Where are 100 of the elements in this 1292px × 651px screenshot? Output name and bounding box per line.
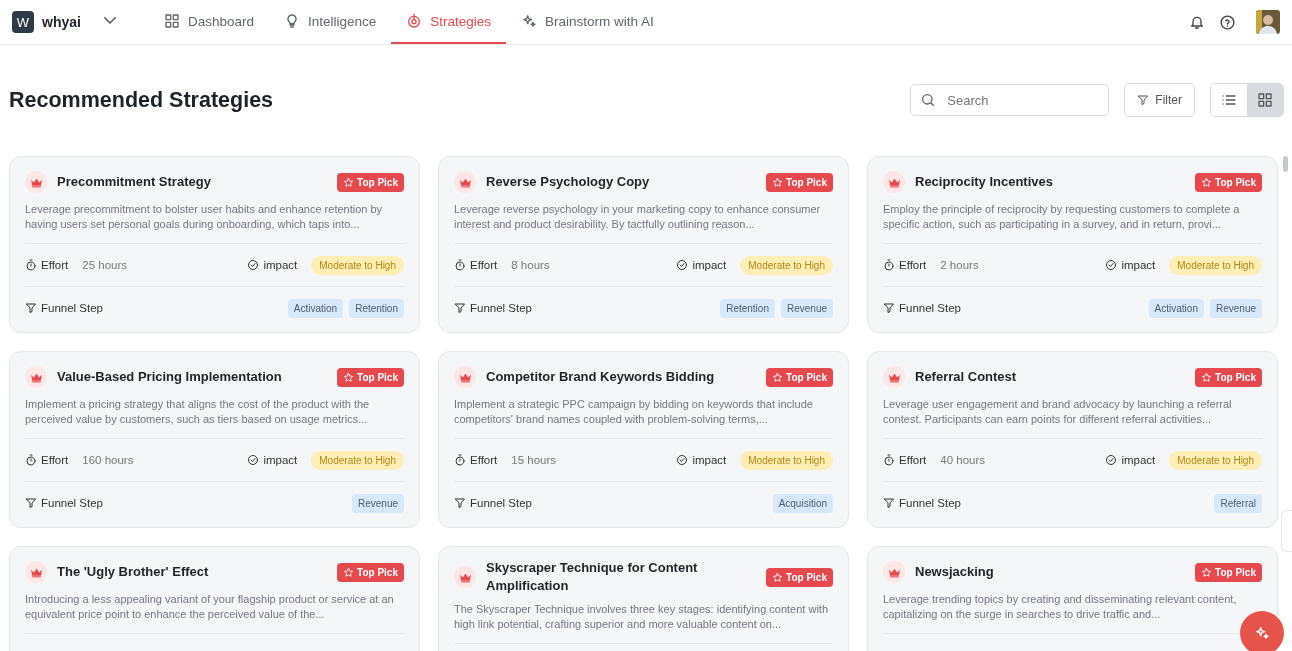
check-circle-icon — [676, 259, 689, 271]
funnel-label: Funnel Step — [41, 497, 103, 509]
funnel-tag: Revenue — [1209, 298, 1262, 318]
card-description: Leverage precommitment to bolster user habits and enhance retention by having users set personal goals during onboarding, which taps into... — [25, 202, 404, 244]
card-title: Competitor Brand Keywords Bidding — [486, 368, 716, 386]
impact-label: impact — [692, 454, 727, 466]
impact-pill: Moderate to High — [1169, 255, 1262, 275]
workspace-name: whyai — [42, 14, 81, 30]
funnel-icon — [883, 302, 895, 314]
ai-fab-button[interactable] — [1240, 611, 1284, 651]
card-description: Implement a pricing strategy that aligns the cost of the product with the perceived value by customers, such as tiers based on usage metrics... — [25, 397, 404, 439]
card-title: Reciprocity Incentives — [915, 173, 1054, 191]
impact-label: impact — [263, 259, 298, 271]
card-description: Leverage user engagement and brand advocacy by launching a referral contest. Participants can earn points for different referral activities... — [883, 397, 1262, 439]
nav-tab[interactable]: Intelligence — [268, 0, 392, 44]
strategy-card[interactable] — [9, 351, 420, 528]
card-description: The Skyscraper Technique involves three key stages: identifying content with high link potential, crafting superior and more valuable content on... — [454, 602, 833, 644]
impact-label: impact — [692, 259, 727, 271]
impact-pill: Moderate to High — [740, 255, 833, 275]
card-description: Implement a strategic PPC campaign by bidding on keywords that include competitors' brand names coupled with problem-solving terms,... — [454, 397, 833, 439]
star-icon — [1201, 566, 1213, 578]
grid-icon — [163, 13, 180, 29]
top-pick-badge: Top Pick — [766, 367, 833, 387]
funnel-icon — [25, 497, 37, 509]
nav-tab[interactable]: Brainstorm with AI — [506, 0, 669, 44]
star-icon — [772, 371, 784, 383]
filter-button[interactable]: Filter — [1124, 83, 1195, 117]
top-pick-badge: Top Pick — [1195, 562, 1262, 582]
strategy-card[interactable] — [867, 351, 1278, 528]
strategy-card[interactable] — [867, 156, 1278, 333]
top-pick-badge: Top Pick — [766, 172, 833, 192]
strategy-card[interactable]: The 'Ugly Brother' Effect Top Pick Introducing a less appealing variant of your flagship product or service at an equivalent price point to enhance the perceived value of the... — [9, 546, 420, 651]
card-title: Newsjacking — [915, 563, 995, 581]
stopwatch-icon — [25, 454, 37, 466]
funnel-tag: Revenue — [351, 493, 404, 513]
impact-label: impact — [263, 454, 298, 466]
scrollbar-thumb[interactable] — [1283, 156, 1288, 172]
search-field[interactable]: Search — [910, 84, 1110, 116]
page-title: Recommended Strategies — [9, 87, 274, 113]
effort-label: Effort — [899, 259, 927, 271]
funnel-tag: Referral — [1214, 493, 1262, 513]
card-title: The 'Ugly Brother' Effect — [57, 563, 210, 581]
funnel-icon — [454, 497, 466, 509]
impact-pill: Moderate to High — [311, 255, 404, 275]
top-pick-badge: Top Pick — [1195, 172, 1262, 192]
bell-icon — [1189, 14, 1205, 30]
stopwatch-icon — [883, 259, 895, 271]
crown-icon — [454, 171, 476, 193]
card-description: Employ the principle of reciprocity by requesting customers to complete a specific action, such as participating in a survey, and in return, provi... — [883, 202, 1262, 244]
funnel-label: Funnel Step — [899, 497, 961, 509]
stopwatch-icon — [883, 454, 895, 466]
top-pick-badge: Top Pick — [1195, 367, 1262, 387]
effort-label: Effort — [41, 454, 69, 466]
funnel-tag: Revenue — [780, 298, 833, 318]
star-icon — [772, 571, 784, 583]
crown-icon — [454, 566, 476, 588]
crown-icon — [25, 366, 47, 388]
sparkle-icon — [1254, 625, 1270, 641]
crown-icon — [454, 366, 476, 388]
crown-icon — [883, 366, 905, 388]
view-toggle[interactable] — [1247, 84, 1283, 116]
funnel-label: Funnel Step — [899, 302, 961, 314]
effort-label: Effort — [41, 259, 69, 271]
star-icon — [343, 566, 355, 578]
funnel-icon — [454, 302, 466, 314]
star-icon — [1201, 176, 1213, 188]
impact-pill: Moderate to High — [1169, 450, 1262, 470]
check-circle-icon — [1105, 454, 1118, 466]
effort-value: 160 hours — [82, 454, 134, 466]
nav-tab[interactable]: Strategies — [391, 0, 507, 44]
strategy-card[interactable] — [438, 156, 849, 333]
stopwatch-icon — [454, 259, 466, 271]
funnel-label: Funnel Step — [470, 302, 532, 314]
top-pick-badge: Top Pick — [337, 172, 404, 192]
crown-icon — [25, 171, 47, 193]
funnel-tag: Retention — [349, 298, 404, 318]
impact-label: impact — [1121, 454, 1156, 466]
effort-value: 2 hours — [940, 259, 979, 271]
check-circle-icon — [247, 454, 260, 466]
strategy-card[interactable]: Newsjacking Top Pick Leverage trending topics by creating and disseminating relevant content, capitalizing on the surge in searches to drive traffic and... — [867, 546, 1278, 651]
card-title: Precommitment Strategy — [57, 173, 212, 191]
funnel-tag: Acquisition — [772, 493, 833, 513]
nav-tab[interactable]: Dashboard — [148, 0, 269, 44]
effort-label: Effort — [470, 454, 498, 466]
check-circle-icon — [1105, 259, 1118, 271]
crown-icon — [25, 561, 47, 583]
impact-pill: Moderate to High — [740, 450, 833, 470]
card-title: Reverse Psychology Copy — [486, 173, 651, 191]
help-icon — [1219, 13, 1236, 31]
effort-value: 8 hours — [511, 259, 550, 271]
check-circle-icon — [247, 259, 260, 271]
strategy-card[interactable] — [9, 156, 420, 333]
stopwatch-icon — [454, 454, 466, 466]
card-title: Referral Contest — [915, 368, 1018, 386]
strategy-card[interactable] — [438, 351, 849, 528]
top-pick-badge: Top Pick — [337, 562, 404, 582]
target-icon — [406, 13, 423, 29]
workspace-logo: W — [12, 11, 34, 33]
grid-icon — [1257, 92, 1273, 108]
card-title: Skyscraper Technique for Content Amplification — [486, 559, 699, 595]
